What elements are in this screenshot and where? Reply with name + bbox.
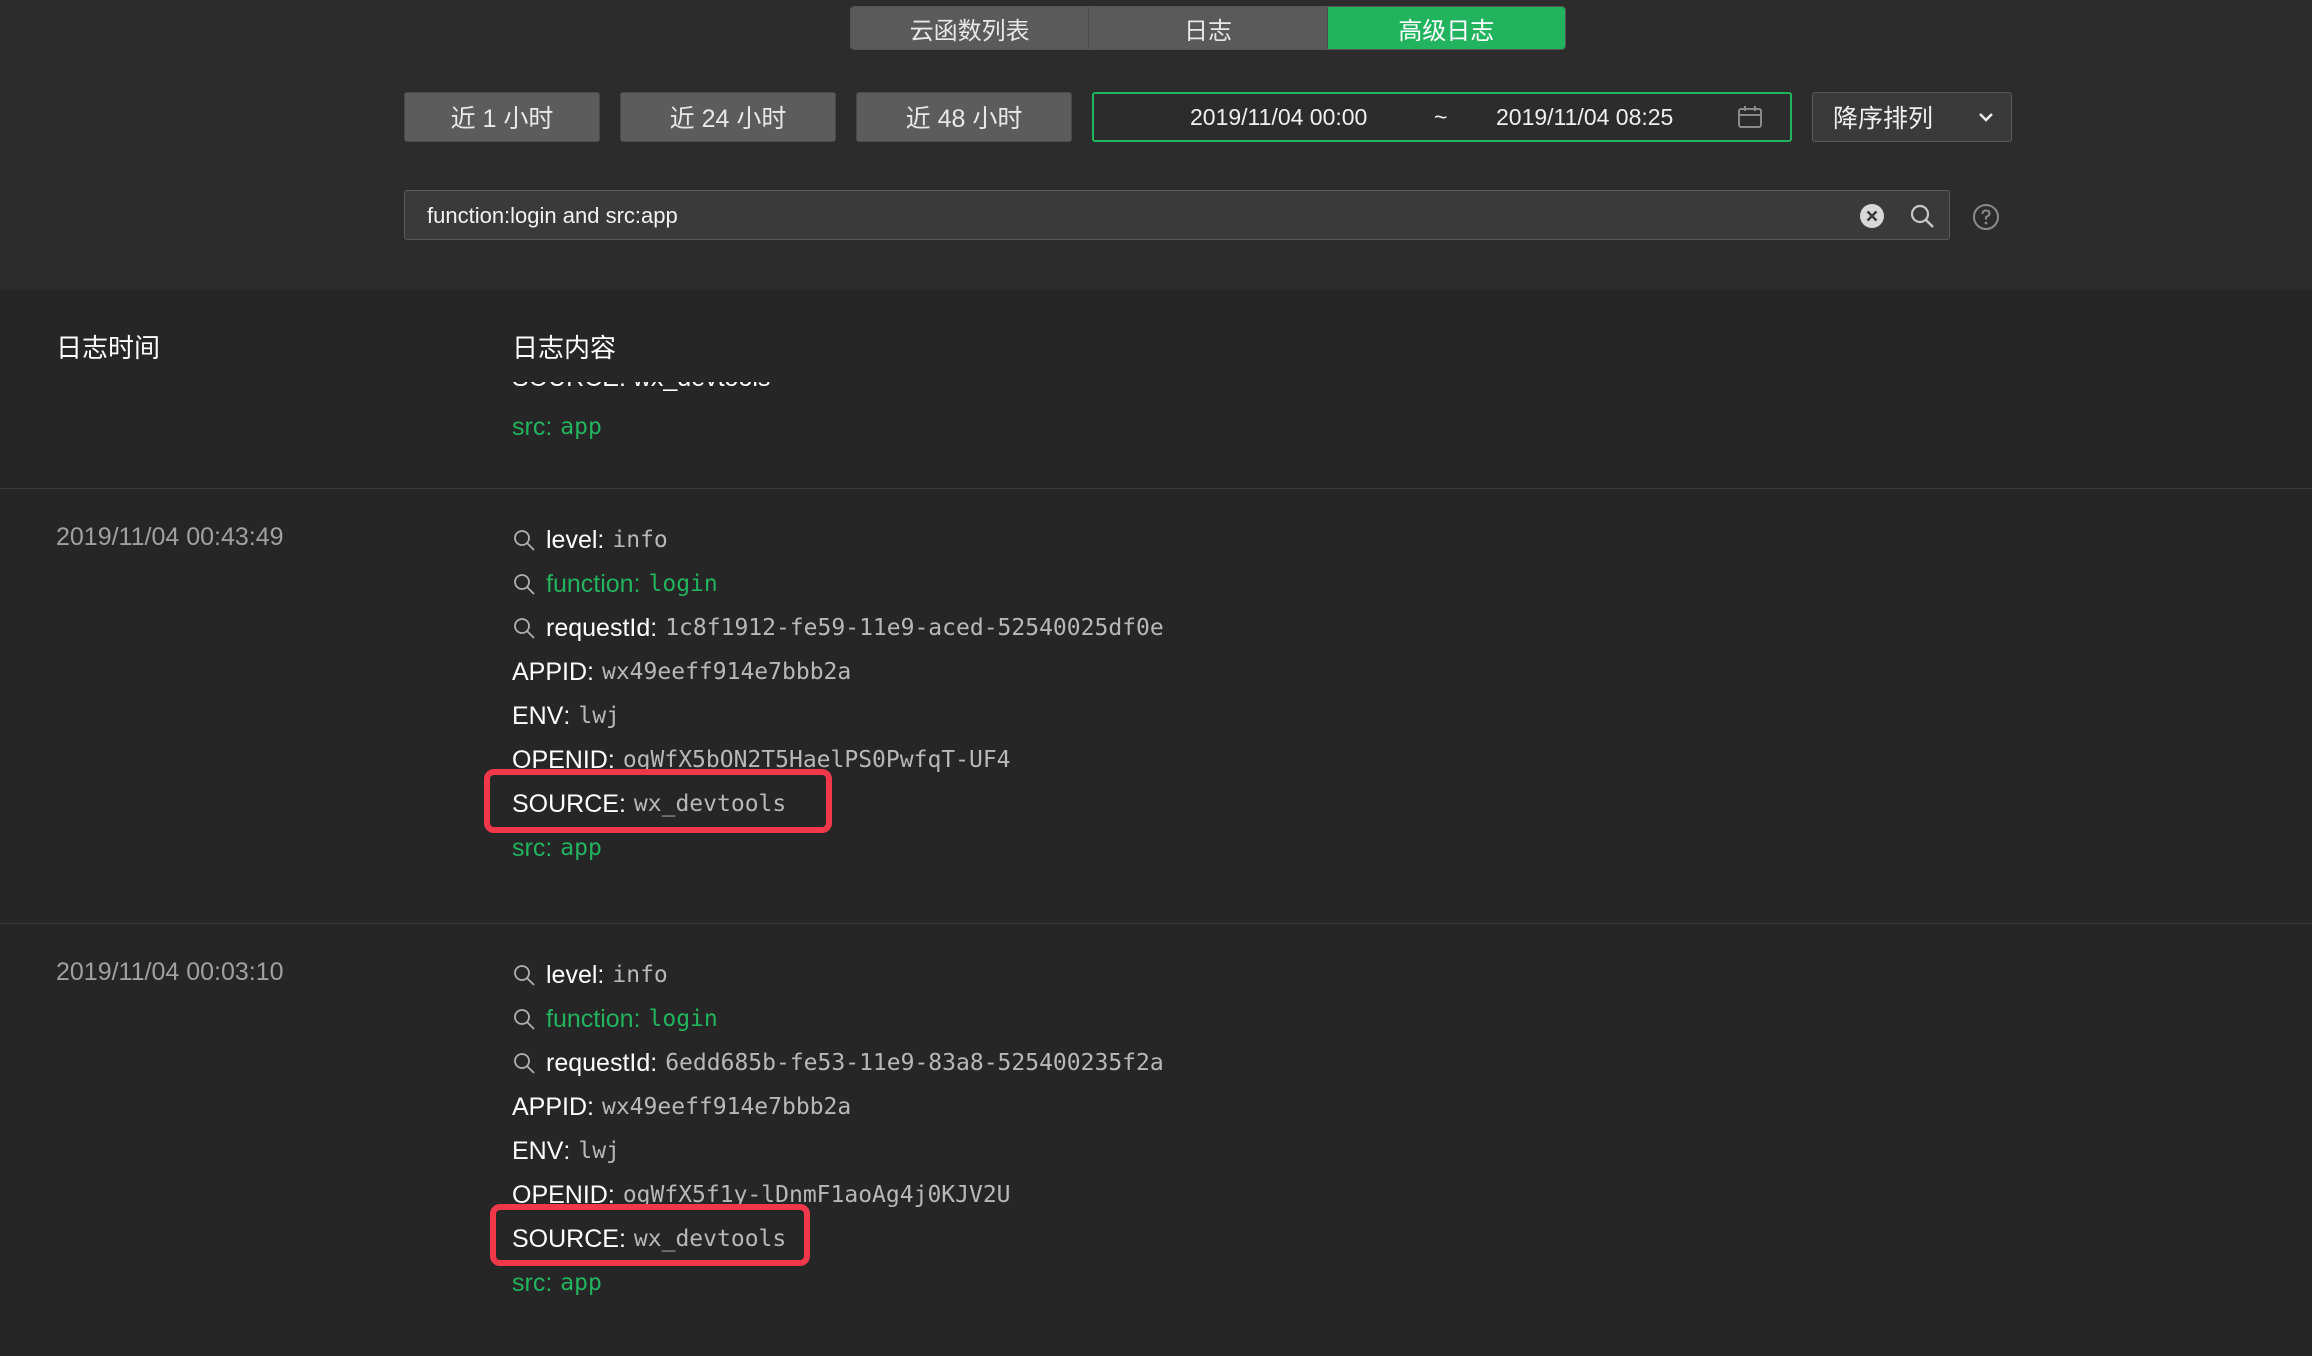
log-field-appid: APPID: wx49eeff914e7bbb2a xyxy=(512,1092,852,1121)
log-timestamp: 2019/11/04 00:03:10 xyxy=(56,958,284,986)
log-field-requestid[interactable]: requestId:1c8f1912-fe59-11e9-aced-525400… xyxy=(512,611,1164,645)
log-entry: 2019/11/04 00:03:10 level: info function:… xyxy=(0,923,2312,1356)
search-icon[interactable] xyxy=(512,963,536,987)
log-field-src: src: app xyxy=(512,412,602,441)
calendar-icon[interactable] xyxy=(1738,106,1762,128)
column-header-content: 日志内容 xyxy=(512,333,617,363)
clipped-source-line: SOURCE: wx_devtools xyxy=(512,382,1112,393)
search-icon[interactable] xyxy=(1909,203,1935,229)
sort-order-select[interactable]: 降序排列 xyxy=(1812,92,2012,142)
last-48-hours-button[interactable]: 近 48 小时 xyxy=(856,92,1072,142)
tab-logs[interactable]: 日志 xyxy=(1089,7,1328,49)
search-icon[interactable] xyxy=(512,616,536,640)
log-field-level[interactable]: level: info xyxy=(512,523,668,557)
log-field-appid: APPID: wx49eeff914e7bbb2a xyxy=(512,657,852,686)
log-table: 日志时间 日志内容 SOURCE: wx_devtools src:app 20… xyxy=(0,290,2312,1356)
search-box xyxy=(404,190,1950,241)
last-1-hour-button[interactable]: 近 1 小时 xyxy=(404,92,600,142)
log-entry: 2019/11/04 00:43:49 level: info function:… xyxy=(0,488,2312,923)
log-field-function[interactable]: function: login xyxy=(512,1002,718,1036)
search-input[interactable] xyxy=(425,191,1829,241)
help-icon[interactable] xyxy=(1972,203,2000,231)
date-end: 2019/11/04 08:25 xyxy=(1496,103,1674,130)
column-header-time: 日志时间 xyxy=(56,333,161,363)
search-icon[interactable] xyxy=(512,1051,536,1075)
log-field-env: ENV: lwj xyxy=(512,1136,620,1165)
sort-order-label: 降序排列 xyxy=(1833,105,1934,133)
log-field-source: SOURCE: wx_devtools xyxy=(512,1224,787,1253)
log-field-source: SOURCE: wx_devtools xyxy=(512,789,787,818)
date-range-picker[interactable]: 2019/11/04 00:00 ~ 2019/11/04 08:25 xyxy=(1092,92,1792,142)
date-start: 2019/11/04 00:00 xyxy=(1190,103,1368,130)
search-icon[interactable] xyxy=(512,1007,536,1031)
log-field-src: src: app xyxy=(512,833,602,862)
log-field-function[interactable]: function: login xyxy=(512,567,718,601)
tab-advanced-logs[interactable]: 高级日志 xyxy=(1327,7,1565,49)
toolbar-area: 云函数列表 日志 高级日志 近 1 小时 近 24 小时 近 48 小时 201… xyxy=(0,0,2312,290)
last-24-hours-button[interactable]: 近 24 小时 xyxy=(620,92,836,142)
clear-icon[interactable] xyxy=(1859,203,1885,229)
view-switcher: 云函数列表 日志 高级日志 xyxy=(850,6,1566,50)
log-field-env: ENV: lwj xyxy=(512,701,620,730)
log-field-src: src: app xyxy=(512,1268,602,1297)
log-field-requestid[interactable]: requestId:6edd685b-fe53-11e9-83a8-525400… xyxy=(512,1046,1164,1080)
tab-function-list[interactable]: 云函数列表 xyxy=(851,7,1090,49)
clipped-line: SOURCE: wx_devtools xyxy=(512,382,1112,396)
search-icon[interactable] xyxy=(512,528,536,552)
chevron-down-icon xyxy=(1979,113,1993,122)
search-icon[interactable] xyxy=(512,572,536,596)
log-field-level[interactable]: level: info xyxy=(512,958,668,992)
log-timestamp: 2019/11/04 00:43:49 xyxy=(56,523,284,551)
date-separator: ~ xyxy=(1434,103,1448,130)
